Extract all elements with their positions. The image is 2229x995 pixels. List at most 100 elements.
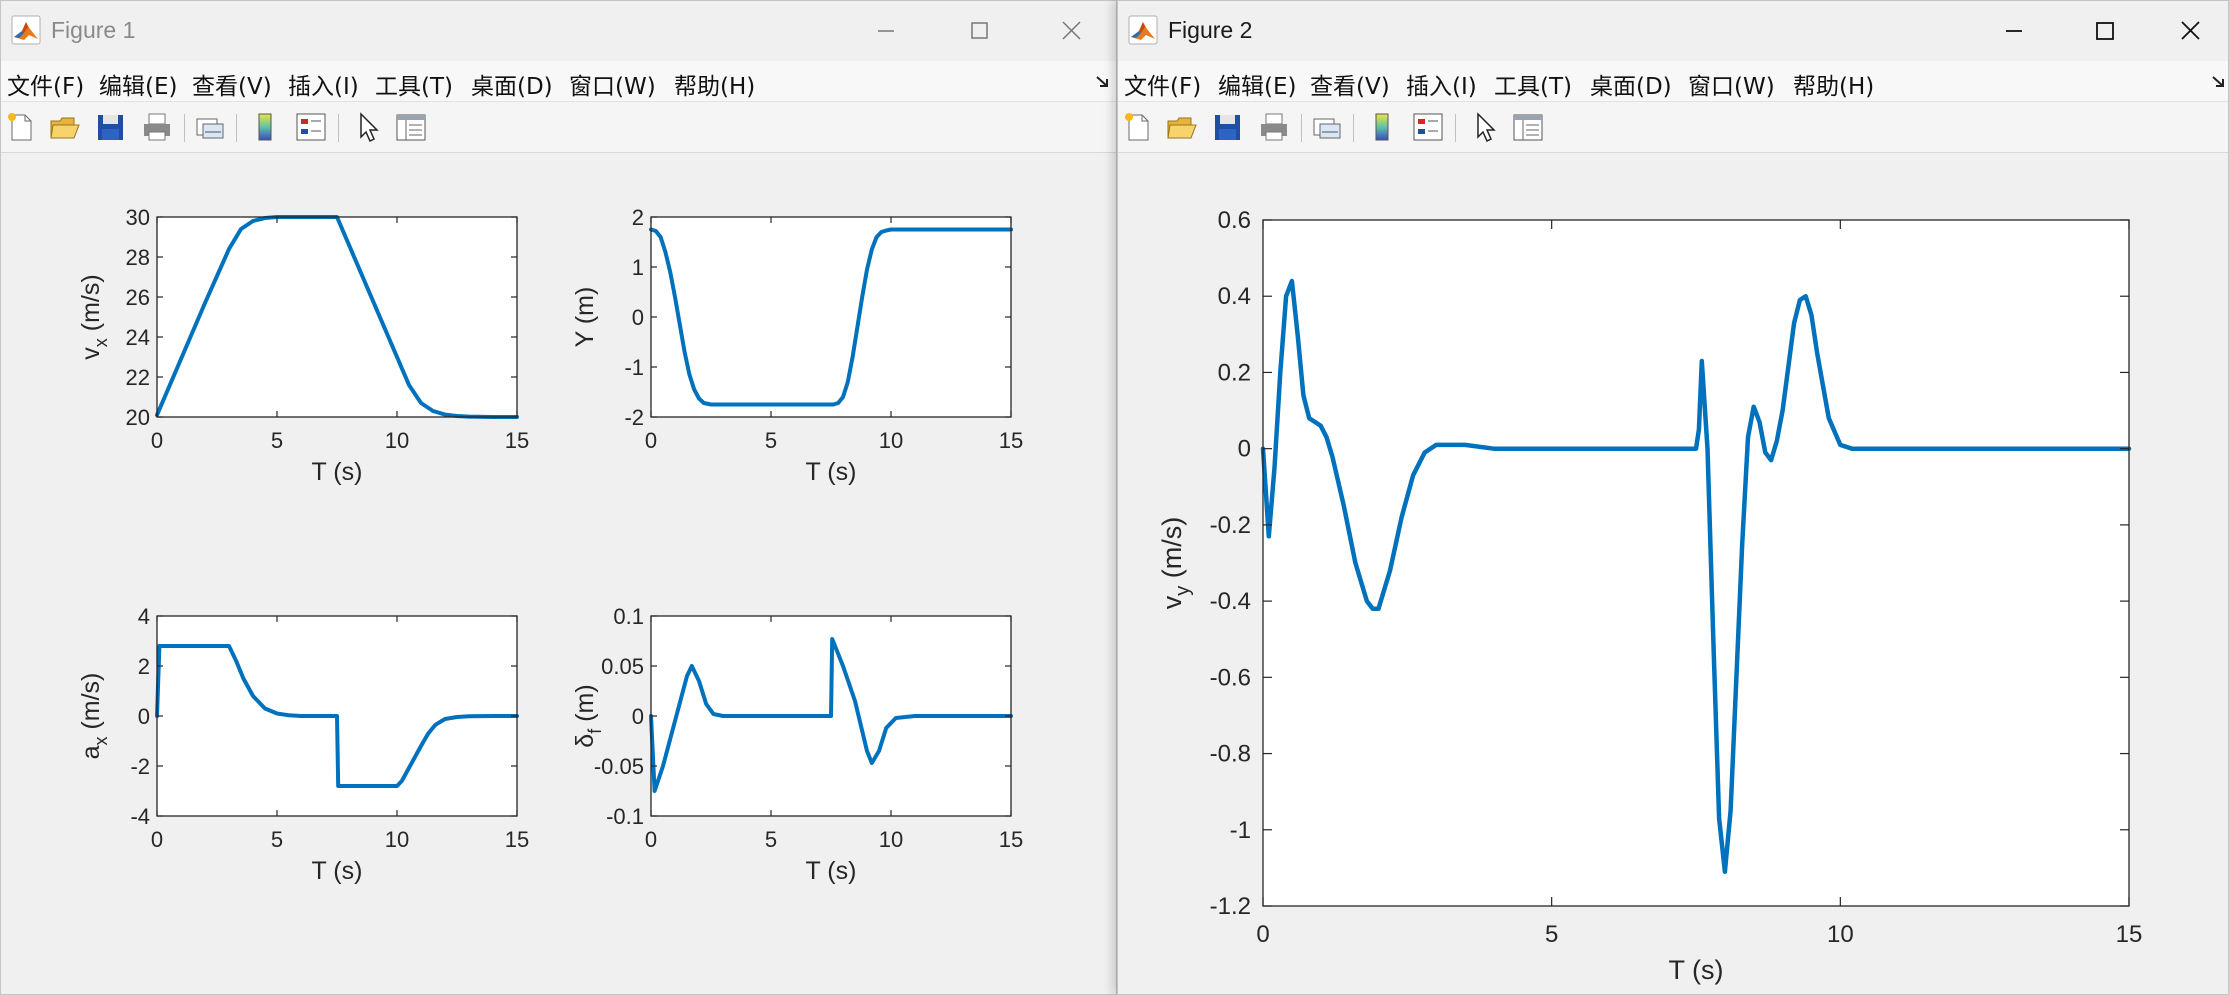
y-tick-label: 0.05 [601,654,644,679]
matlab-logo-icon [11,15,41,45]
print-icon[interactable] [140,110,174,144]
dock-arrow-icon[interactable] [1094,73,1112,91]
legend-icon[interactable] [1411,110,1445,144]
legend-icon[interactable] [294,110,328,144]
x-tick-label: 0 [151,827,163,852]
menu-view[interactable]: 查看(V) [192,67,272,101]
axes-3: 0 5 10 15 -0.1 -0.05 0 0.05 0.1 T (s) δf (m) [571,604,1023,885]
y-tick-label: 24 [126,325,150,350]
menu-edit[interactable]: 编辑(E) [99,67,177,101]
y-tick-label: -1 [624,355,644,380]
menu-desktop[interactable]: 桌面(D) [471,67,553,101]
y-tick-label: -0.1 [606,804,644,829]
x-tick-label: 5 [271,428,283,453]
menu-view[interactable]: 查看(V) [1310,67,1390,101]
open-file-icon[interactable] [48,110,82,144]
x-tick-label: 15 [505,428,529,453]
plot-background [651,217,1011,417]
y-tick-label: 0.2 [1218,359,1251,386]
y-tick-label: -0.05 [594,754,644,779]
new-figure-icon[interactable] [1121,110,1155,144]
menu-help[interactable]: 帮助(H) [674,67,755,101]
x-tick-label: 0 [151,428,163,453]
y-axis-label: Y (m) [571,287,599,348]
y-tick-label: 0.4 [1218,283,1251,310]
y-tick-label: 22 [126,365,150,390]
y-tick-label: -1 [1230,817,1251,844]
figure-toolbar [1,102,1116,153]
title-bar[interactable]: Figure 2 [1118,1,2228,61]
menu-window[interactable]: 窗口(W) [1688,67,1775,101]
x-tick-label: 15 [999,827,1023,852]
axes-0: 0 5 10 15 20 22 24 26 28 30 T (s) vx (m/s) [77,205,529,486]
edit-plot-arrow-icon[interactable] [351,110,385,144]
save-icon[interactable] [94,110,128,144]
minimize-button[interactable] [866,11,906,51]
y-tick-label: -2 [624,405,644,430]
figure-toolbar [1118,102,2228,153]
y-tick-label: 1 [632,255,644,280]
dock-arrow-icon[interactable] [2210,73,2228,91]
property-inspector-icon[interactable] [394,110,428,144]
menu-insert[interactable]: 插入(I) [1406,67,1477,101]
toolbar-separator [184,114,185,142]
window-title: Figure 1 [51,17,136,43]
link-plot-icon[interactable] [193,110,227,144]
toolbar-separator [338,114,339,142]
minimize-button[interactable] [1994,11,2034,51]
new-figure-icon[interactable] [4,110,38,144]
y-axis-label: vx (m/s) [77,274,111,359]
x-tick-label: 0 [645,428,657,453]
y-axis-label: ax (m/s) [77,673,111,760]
x-tick-label: 5 [271,827,283,852]
menu-file[interactable]: 文件(F) [7,67,84,101]
x-tick-label: 10 [385,827,409,852]
toolbar-separator [1353,114,1354,142]
y-tick-label: 2 [138,654,150,679]
x-tick-label: 10 [385,428,409,453]
menu-tools[interactable]: 工具(T) [375,67,453,101]
y-tick-label: 0 [138,704,150,729]
x-tick-label: 0 [1256,921,1269,948]
title-bar[interactable]: Figure 1 [1,1,1116,61]
save-icon[interactable] [1211,110,1245,144]
close-button[interactable] [1051,11,1091,51]
maximize-button[interactable] [959,11,999,51]
x-tick-label: 10 [879,428,903,453]
y-tick-label: -0.6 [1210,664,1251,691]
colorbar-icon[interactable] [1366,110,1400,144]
x-tick-label: 0 [645,827,657,852]
y-tick-label: -1.2 [1210,893,1251,920]
figure-canvas: 0 5 10 15 20 22 24 26 28 30 T (s) vx (m/s) 0 5 10 15 -2-… [1,153,1116,994]
x-axis-label: T (s) [312,458,363,486]
property-inspector-icon[interactable] [1511,110,1545,144]
colorbar-icon[interactable] [249,110,283,144]
axes-4: 0 5 10 15 -1.2 -1 -0.8 -0.6 -0.4 -0.2 0 0.2 0.4 0.6 T … [1157,207,2142,985]
menu-help[interactable]: 帮助(H) [1793,67,1874,101]
close-button[interactable] [2170,11,2210,51]
menu-window[interactable]: 窗口(W) [569,67,656,101]
menu-tools[interactable]: 工具(T) [1494,67,1572,101]
plot-background [157,217,517,417]
maximize-button[interactable] [2084,11,2124,51]
edit-plot-arrow-icon[interactable] [1468,110,1502,144]
menu-desktop[interactable]: 桌面(D) [1590,67,1672,101]
open-file-icon[interactable] [1165,110,1199,144]
x-axis-label: T (s) [806,458,857,486]
x-tick-label: 5 [1545,921,1558,948]
axes-2: 0 5 10 15 -4 -2 0 2 4 T (s) ax (m/s) [77,604,529,885]
x-tick-label: 10 [1827,921,1854,948]
menu-insert[interactable]: 插入(I) [288,67,359,101]
window-title: Figure 2 [1168,17,1253,43]
figure-window-1: Figure 1 文件(F) 编辑(E) 查看(V) 插入(I) 工具(T) 桌… [0,0,1117,995]
x-tick-label: 15 [505,827,529,852]
toolbar-separator [1455,114,1456,142]
y-tick-label: 0.1 [613,604,644,629]
menu-bar: 文件(F) 编辑(E) 查看(V) 插入(I) 工具(T) 桌面(D) 窗口(W… [1,61,1116,102]
y-axis-label: vy (m/s) [1157,517,1194,609]
menu-edit[interactable]: 编辑(E) [1218,67,1296,101]
link-plot-icon[interactable] [1310,110,1344,144]
menu-file[interactable]: 文件(F) [1124,67,1201,101]
y-tick-label: 30 [126,205,150,230]
print-icon[interactable] [1257,110,1291,144]
